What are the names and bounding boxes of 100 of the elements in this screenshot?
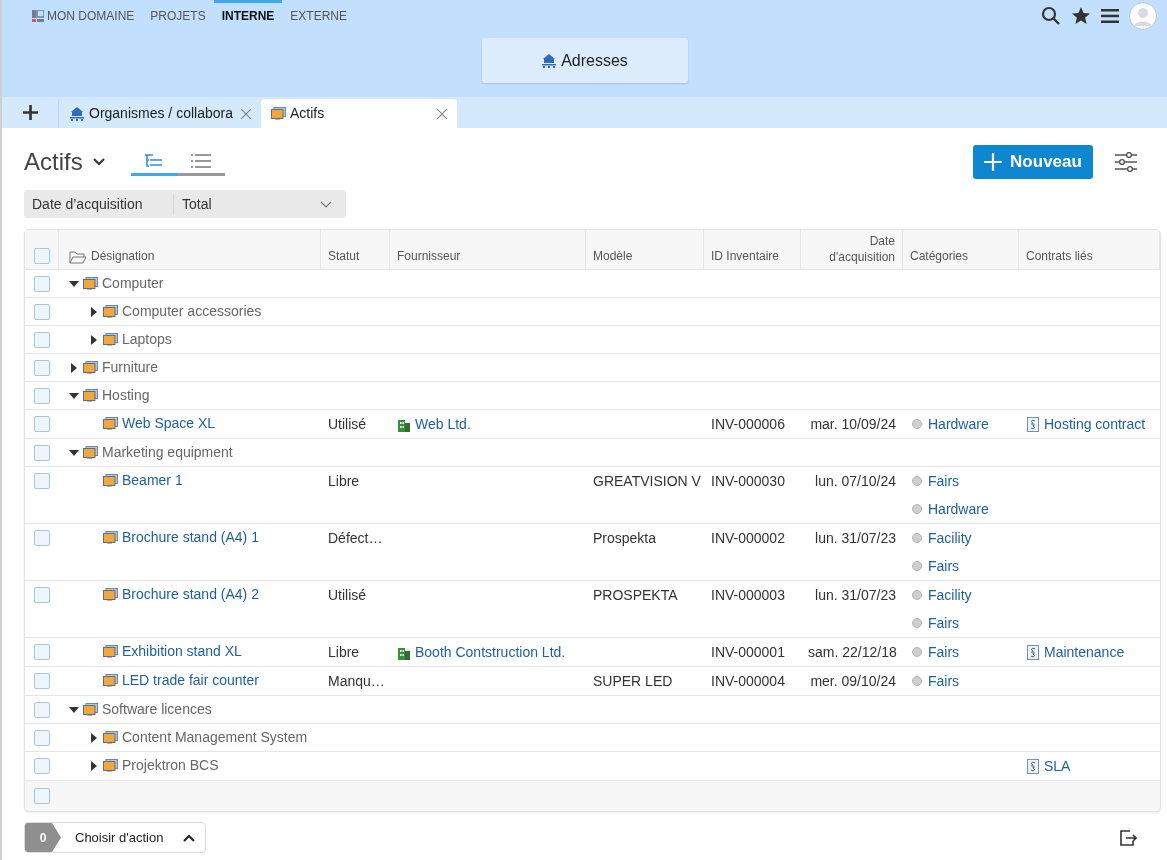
star-icon[interactable] (1071, 6, 1091, 26)
nav-tab[interactable]: EXTERNE (282, 0, 356, 29)
column-header[interactable]: Catégories (910, 247, 969, 265)
row-checkbox[interactable] (34, 758, 50, 774)
category-link[interactable]: Fairs (928, 470, 960, 492)
row-checkbox[interactable] (34, 445, 50, 461)
collapse-arrow-icon[interactable] (69, 390, 79, 401)
search-icon[interactable] (1041, 6, 1061, 26)
table-row[interactable]: LED trade fair counter Manqu… SUPER LED INV-000004 mer. 09/10/24 Fairs (25, 667, 1160, 696)
row-checkbox[interactable] (34, 587, 50, 603)
column-header[interactable]: Contrats liés (1026, 247, 1093, 265)
row-checkbox[interactable] (34, 332, 50, 348)
row-checkbox[interactable] (34, 416, 50, 432)
table-row[interactable]: Content Management System (25, 724, 1160, 752)
column-header[interactable]: Statut (328, 247, 360, 265)
column-header[interactable]: Date d'acquisition (815, 233, 895, 265)
supplier-link[interactable]: Booth Contstruction Ltd. (415, 642, 566, 663)
table-row[interactable]: Computer (25, 270, 1160, 298)
category-link[interactable]: Fairs (928, 555, 960, 577)
column-header[interactable]: Fournisseur (397, 247, 461, 265)
nav-tab[interactable]: MON DOMAINE (24, 0, 143, 29)
chevron-down-icon[interactable] (92, 158, 105, 166)
filter-dropdown[interactable]: Date d’acquisition Total (24, 190, 346, 218)
table-row[interactable]: Furniture (25, 354, 1160, 382)
inventory-id: INV-000030 (711, 473, 785, 489)
row-checkbox[interactable] (34, 730, 50, 746)
row-checkbox[interactable] (34, 702, 50, 718)
column-header[interactable]: Modèle (593, 247, 633, 265)
asset-name[interactable]: Exhibition stand XL (122, 641, 242, 662)
table-row[interactable]: Brochure stand (A4) 1 Défect… Prospekta INV-000002 lun. 31/07/23 Facility Fairs (25, 524, 1160, 581)
row-checkbox[interactable] (34, 644, 50, 660)
table-row[interactable]: Computer accessories (25, 298, 1160, 326)
table-row[interactable]: Marketing equipment (25, 439, 1160, 467)
supplier-link[interactable]: Web Ltd. (415, 414, 471, 435)
expand-arrow-icon[interactable] (89, 760, 99, 771)
asset-name: Software licences (102, 700, 212, 719)
status-text: Libre (328, 644, 360, 660)
table-row[interactable]: Exhibition stand XL Libre Booth Contstruction Ltd. INV-000001 sam. 22/12/18 Fairs Maintenance (25, 638, 1160, 667)
row-checkbox[interactable] (34, 673, 50, 689)
select-all-checkbox[interactable] (34, 788, 50, 804)
document-icon (1027, 644, 1039, 660)
action-selector[interactable]: 0 Choisir d'action (24, 822, 206, 853)
table-row[interactable]: Hosting (25, 382, 1160, 410)
row-checkbox[interactable] (34, 473, 50, 489)
column-header[interactable]: ID Inventaire (711, 247, 780, 265)
date-text: lun. 31/07/23 (815, 587, 896, 603)
category-link[interactable]: Hardware (928, 413, 989, 435)
column-header[interactable]: Désignation (91, 247, 155, 265)
category-link[interactable]: Facility (928, 527, 972, 549)
inventory-id: INV-000004 (711, 673, 785, 689)
table-row[interactable]: Beamer 1 Libre GREATVISION V INV-000030 lun. 07/10/24 Fairs Hardware (25, 467, 1160, 524)
table-row[interactable]: Web Space XL Utilisé Web Ltd. INV-000006 mar. 10/09/24 Hardware Hosting contract (25, 410, 1160, 439)
document-tab[interactable]: Actifs (261, 99, 457, 128)
contract-link[interactable]: Hosting contract (1044, 413, 1146, 435)
asset-name[interactable]: Brochure stand (A4) 2 (122, 584, 259, 605)
category-link[interactable]: Fairs (928, 612, 960, 634)
category-link[interactable]: Fairs (928, 641, 960, 663)
asset-name[interactable]: Web Space XL (122, 413, 216, 434)
row-checkbox[interactable] (34, 304, 50, 320)
export-icon[interactable] (1119, 828, 1137, 847)
expand-arrow-icon[interactable] (69, 362, 79, 373)
row-checkbox[interactable] (34, 530, 50, 546)
close-icon[interactable] (437, 108, 447, 119)
collapse-arrow-icon[interactable] (69, 704, 79, 715)
monitor-icon (83, 361, 98, 374)
row-checkbox[interactable] (33, 248, 50, 264)
list-icon (191, 153, 212, 168)
row-checkbox[interactable] (34, 360, 50, 376)
avatar-icon[interactable] (1129, 2, 1157, 30)
organization-icon (69, 106, 85, 121)
asset-name[interactable]: LED trade fair counter (122, 670, 259, 691)
close-icon[interactable] (241, 108, 251, 119)
contract-link[interactable]: SLA (1044, 755, 1071, 777)
address-button[interactable]: Adresses (481, 38, 688, 83)
category-link[interactable]: Facility (928, 584, 972, 606)
row-checkbox[interactable] (34, 276, 50, 292)
category-link[interactable]: Fairs (928, 670, 960, 692)
menu-icon[interactable] (1101, 9, 1119, 23)
table-row[interactable]: Software licences (25, 696, 1160, 724)
asset-name[interactable]: Brochure stand (A4) 1 (122, 527, 259, 548)
nav-tab[interactable]: PROJETS (142, 0, 214, 29)
status-text: Utilisé (328, 587, 367, 603)
table-row[interactable]: Laptops (25, 326, 1160, 354)
expand-arrow-icon[interactable] (89, 306, 99, 317)
settings-sliders-icon[interactable] (1115, 152, 1137, 172)
category-link[interactable]: Hardware (928, 498, 989, 520)
monitor-icon (83, 703, 98, 716)
contract-link[interactable]: Maintenance (1044, 641, 1125, 663)
table-row[interactable]: Projektron BCS SLA (25, 752, 1160, 781)
new-button[interactable]: Nouveau (973, 145, 1093, 179)
expand-arrow-icon[interactable] (89, 334, 99, 345)
status-text: Utilisé (328, 416, 367, 432)
asset-name[interactable]: Beamer 1 (122, 470, 183, 491)
collapse-arrow-icon[interactable] (69, 447, 79, 458)
model-text: SUPER LED (593, 673, 673, 689)
nav-tab[interactable]: INTERNE (213, 0, 283, 29)
table-row[interactable]: Brochure stand (A4) 2 Utilisé PROSPEKTA INV-000003 lun. 31/07/23 Facility Fairs (25, 581, 1160, 638)
expand-arrow-icon[interactable] (89, 732, 99, 743)
collapse-arrow-icon[interactable] (69, 278, 79, 289)
row-checkbox[interactable] (34, 388, 50, 404)
